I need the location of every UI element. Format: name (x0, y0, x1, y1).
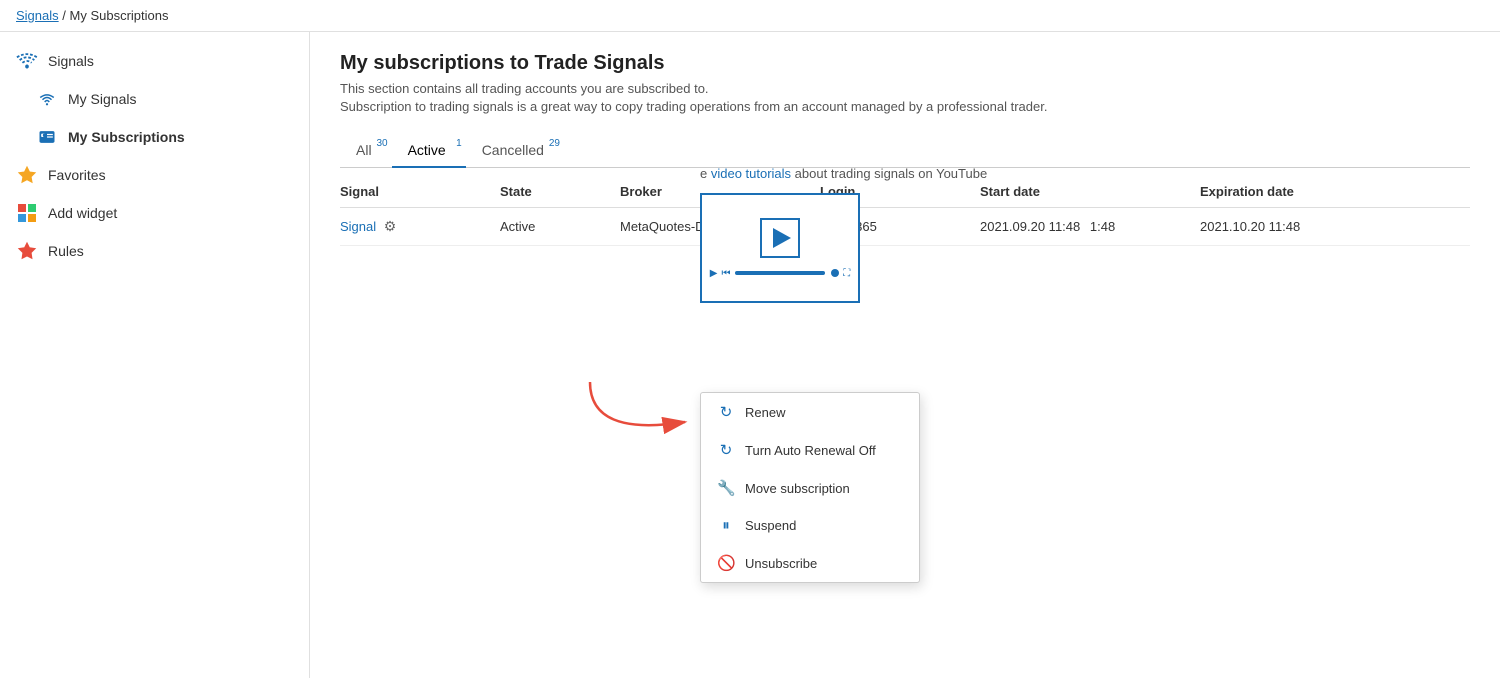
sidebar-item-rules[interactable]: Rules (0, 232, 309, 270)
sidebar-item-my-signals[interactable]: My Signals (0, 80, 309, 118)
tab-all-label: All (356, 142, 372, 158)
sidebar-item-my-signals-label: My Signals (68, 91, 136, 107)
tab-active-badge: 1 (456, 138, 462, 149)
sidebar-item-rules-label: Rules (48, 243, 84, 259)
breadcrumb: Signals / My Subscriptions (0, 0, 1500, 32)
sidebar: Signals My Signals (0, 32, 310, 678)
play-triangle-icon (773, 228, 791, 248)
video-text-before: e (700, 166, 711, 181)
video-controls: ▶ ⏮ ⛶ (710, 268, 850, 279)
dropdown-menu: ↻ Renew ↻ Turn Auto Renewal Off 🔧 Move s… (700, 392, 920, 583)
col-expiration-date: Expiration date (1200, 184, 1420, 199)
signals-icon (16, 50, 38, 72)
sidebar-item-favorites-label: Favorites (48, 167, 106, 183)
row-start-date: 2021.09.20 11:48 1:48 (980, 219, 1200, 234)
subscriptions-icon (36, 126, 58, 148)
dropdown-item-renew[interactable]: ↻ Renew (701, 393, 919, 431)
renew-icon: ↻ (717, 403, 735, 421)
video-text: e video tutorials about trading signals … (700, 166, 1470, 181)
tab-cancelled-label: Cancelled (482, 142, 544, 158)
col-start-date: Start date (980, 184, 1200, 199)
breadcrumb-signals-link[interactable]: Signals (16, 8, 59, 23)
dropdown-item-move-subscription[interactable]: 🔧 Move subscription (701, 469, 919, 507)
dropdown-item-suspend[interactable]: ⏸ Suspend (701, 507, 919, 544)
row-signal: Signal ⚙ (340, 218, 500, 235)
tab-cancelled[interactable]: Cancelled 29 (466, 134, 564, 168)
col-state: State (500, 184, 620, 199)
video-thumbnail[interactable]: ▶ ⏮ ⛶ (700, 193, 860, 303)
sidebar-item-add-widget[interactable]: Add widget (0, 194, 309, 232)
star-icon (16, 164, 38, 186)
sidebar-item-signals-label: Signals (48, 53, 94, 69)
progress-dot (831, 269, 839, 277)
widget-icon (16, 202, 38, 224)
main-layout: Signals My Signals (0, 32, 1500, 678)
page-desc-1: This section contains all trading accoun… (340, 81, 1470, 96)
signal-link[interactable]: Signal (340, 219, 376, 234)
auto-renewal-icon: ↻ (717, 441, 735, 459)
ban-icon: 🚫 (717, 554, 735, 572)
tab-active[interactable]: Active 1 (392, 134, 466, 168)
page-title: My subscriptions to Trade Signals (340, 52, 1470, 75)
play-ctrl-icon: ▶ (710, 268, 718, 279)
dropdown-item-turn-auto-renewal-off[interactable]: ↻ Turn Auto Renewal Off (701, 431, 919, 469)
tab-all-badge: 30 (376, 138, 387, 149)
dropdown-suspend-label: Suspend (745, 518, 796, 533)
tab-cancelled-badge: 29 (549, 138, 560, 149)
main-content: My subscriptions to Trade Signals This s… (310, 32, 1500, 678)
fullscreen-icon: ⛶ (843, 268, 850, 279)
page-desc-2: Subscription to trading signals is a gre… (340, 99, 1470, 114)
wrench-icon: 🔧 (717, 479, 735, 497)
sidebar-item-signals[interactable]: Signals (0, 42, 309, 80)
tabs: All 30 Active 1 Cancelled 29 (340, 134, 1470, 168)
dropdown-auto-renewal-label: Turn Auto Renewal Off (745, 443, 876, 458)
pause-icon: ⏸ (717, 517, 735, 534)
video-tutorials-link[interactable]: video tutorials (711, 166, 791, 181)
sidebar-item-favorites[interactable]: Favorites (0, 156, 309, 194)
dropdown-renew-label: Renew (745, 405, 785, 420)
breadcrumb-separator: / (62, 8, 69, 23)
arrow-decoration (570, 377, 710, 457)
sidebar-item-my-subscriptions[interactable]: My Subscriptions (0, 118, 309, 156)
my-signals-icon (36, 88, 58, 110)
breadcrumb-current: My Subscriptions (70, 8, 169, 23)
row-expiration-date: 2021.10.20 11:48 (1200, 219, 1420, 234)
sidebar-item-my-subscriptions-label: My Subscriptions (68, 129, 185, 145)
tab-active-label: Active (408, 142, 446, 158)
tab-all[interactable]: All 30 (340, 134, 392, 168)
rules-icon (16, 240, 38, 262)
play-button[interactable] (760, 218, 800, 258)
dropdown-move-label: Move subscription (745, 481, 850, 496)
dropdown-unsubscribe-label: Unsubscribe (745, 556, 817, 571)
gear-button[interactable]: ⚙ (384, 218, 397, 235)
progress-bar (735, 271, 826, 275)
dropdown-item-unsubscribe[interactable]: 🚫 Unsubscribe (701, 544, 919, 582)
seek-icon: ⏮ (722, 268, 731, 279)
video-text-after: about trading signals on YouTube (791, 166, 987, 181)
col-signal: Signal (340, 184, 500, 199)
sidebar-item-add-widget-label: Add widget (48, 205, 117, 221)
row-state: Active (500, 219, 620, 234)
